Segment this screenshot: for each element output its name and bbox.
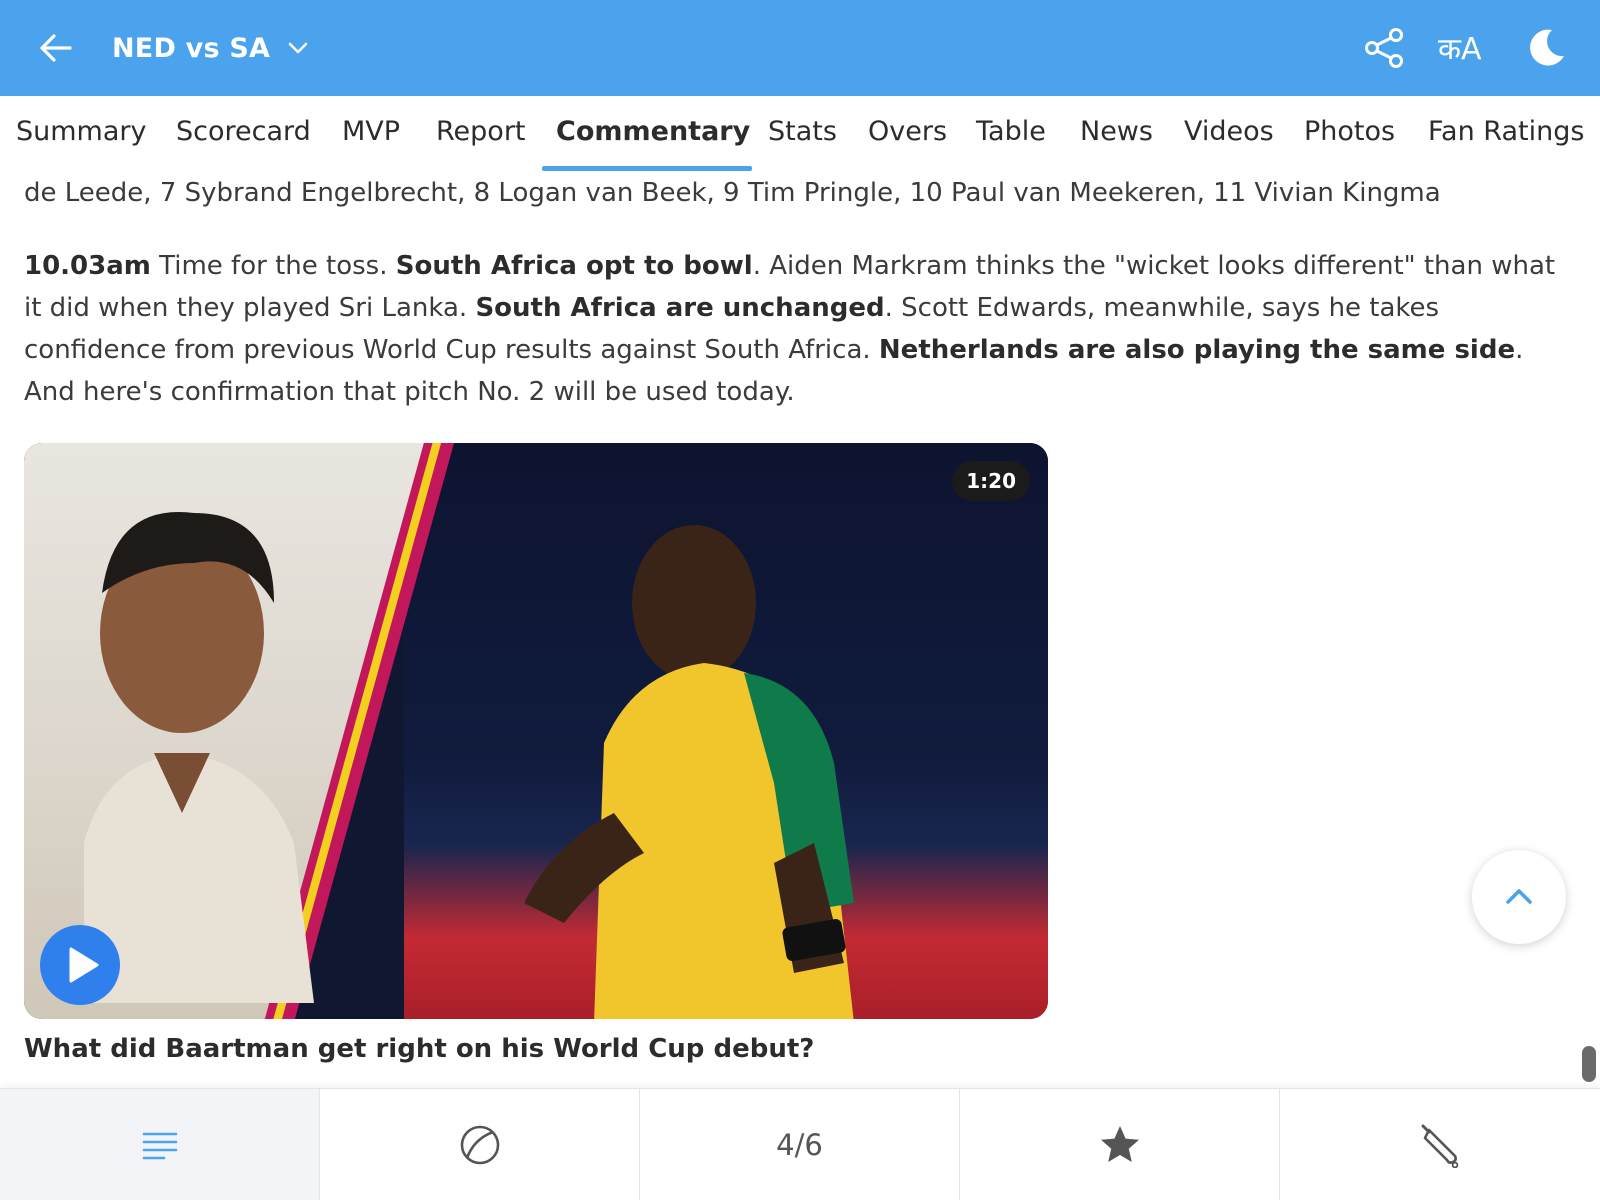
- language-icon[interactable]: कA: [1438, 28, 1498, 72]
- tab-table[interactable]: Table: [976, 116, 1046, 147]
- toss-commentary: 10.03am Time for the toss. South Africa …: [24, 245, 1564, 413]
- page-counter-text: 4/6: [776, 1128, 823, 1162]
- tab-scorecard[interactable]: Scorecard: [176, 116, 311, 147]
- toss-bold-2: South Africa are unchanged: [475, 293, 885, 323]
- cricket-ball-icon: [460, 1125, 499, 1165]
- page-counter: 4/6: [640, 1089, 960, 1200]
- scrollbar-thumb[interactable]: [1582, 1046, 1596, 1082]
- cricket-bat-icon: [1421, 1124, 1459, 1168]
- chevron-down-icon: [288, 42, 308, 54]
- commentary-list-button[interactable]: [0, 1089, 320, 1200]
- play-icon: [69, 947, 99, 983]
- toss-bold-3: Netherlands are also playing the same si…: [878, 335, 1516, 365]
- tab-mvp[interactable]: MVP: [342, 116, 400, 147]
- top-app-bar: NED vs SA कA: [0, 0, 1600, 96]
- bottom-toolbar: 4/6: [0, 1088, 1600, 1200]
- list-icon: [142, 1132, 177, 1160]
- person-right-image: [524, 525, 854, 1019]
- video-thumbnail[interactable]: 1:20: [24, 443, 1048, 1019]
- back-arrow-icon[interactable]: [36, 28, 76, 68]
- match-title: NED vs SA: [112, 32, 271, 64]
- tab-videos[interactable]: Videos: [1184, 116, 1274, 147]
- tab-summary[interactable]: Summary: [16, 116, 146, 147]
- video-caption[interactable]: What did Baartman get right on his World…: [24, 1034, 814, 1064]
- match-selector[interactable]: NED vs SA: [112, 28, 310, 68]
- active-tab-indicator: [542, 166, 752, 171]
- toss-time: 10.03am: [24, 251, 151, 281]
- scroll-to-top-button[interactable]: [1472, 850, 1566, 944]
- star-icon: [1100, 1126, 1139, 1162]
- batting-button[interactable]: [1280, 1089, 1600, 1200]
- ball-filter-button[interactable]: [320, 1089, 640, 1200]
- chevron-up-icon: [1506, 889, 1532, 904]
- tab-overs[interactable]: Overs: [868, 116, 947, 147]
- tab-report[interactable]: Report: [436, 116, 526, 147]
- toss-text-1: Time for the toss.: [150, 251, 396, 281]
- tab-stats[interactable]: Stats: [768, 116, 837, 147]
- tab-photos[interactable]: Photos: [1304, 116, 1395, 147]
- tab-bar: Summary Scorecard MVP Report Commentary …: [0, 96, 1600, 172]
- toss-bold-1: South Africa opt to bowl: [395, 251, 753, 281]
- video-duration-badge: 1:20: [952, 461, 1030, 501]
- moon-icon[interactable]: [1522, 26, 1566, 70]
- play-button[interactable]: [40, 925, 120, 1005]
- tab-commentary[interactable]: Commentary: [556, 116, 750, 147]
- lineup-text: de Leede, 7 Sybrand Engelbrecht, 8 Logan…: [24, 178, 1441, 208]
- tab-fan-ratings[interactable]: Fan Ratings: [1428, 116, 1584, 147]
- share-icon[interactable]: [1362, 26, 1406, 70]
- tab-news[interactable]: News: [1080, 116, 1153, 147]
- favourites-button[interactable]: [960, 1089, 1280, 1200]
